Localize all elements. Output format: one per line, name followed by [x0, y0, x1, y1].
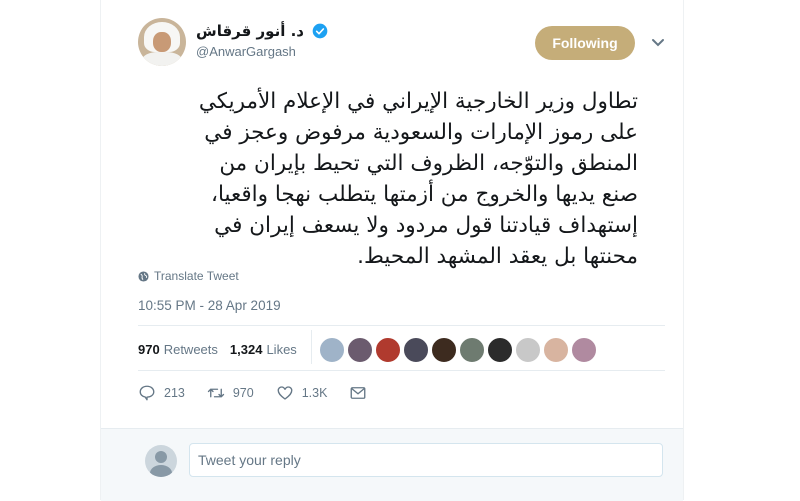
retweet-icon: [207, 388, 225, 398]
tweet-actions: 213 970 1.3K: [138, 382, 397, 404]
reply-input[interactable]: [189, 443, 663, 477]
tweet-timestamp[interactable]: 10:55 PM - 28 Apr 2019: [138, 298, 281, 313]
tweet-line: صنع يديها والخروج من أزمتها يتطلب نهجا و…: [211, 182, 638, 207]
retweet-action[interactable]: 970: [207, 384, 254, 402]
retweet-count: 970: [232, 386, 254, 400]
liker-avatar[interactable]: [347, 337, 373, 363]
author-avatar[interactable]: [138, 18, 186, 66]
user-avatar: [145, 445, 177, 477]
liker-avatar[interactable]: [403, 337, 429, 363]
tweet-line: على رموز الإمارات والسعودية مرفوض وعجز ف…: [204, 120, 638, 145]
like-count: 1.3K: [301, 386, 328, 400]
following-button[interactable]: Following: [535, 26, 635, 60]
message-action[interactable]: [349, 384, 375, 402]
liker-avatar[interactable]: [319, 337, 345, 363]
liker-avatar[interactable]: [459, 337, 485, 363]
tweet-line: إستهداف قيادتنا قول مردود ولا يسعف إيران…: [214, 213, 638, 238]
tweet-text: تطاول وزير الخارجية الإيراني في الإعلام …: [138, 86, 638, 272]
author-handle[interactable]: @AnwarGargash: [196, 44, 328, 59]
liker-avatars: [319, 337, 597, 363]
reply-icon: [139, 385, 155, 401]
verified-badge-icon: [313, 23, 328, 39]
tweet-header: د. أنور قرقاش @AnwarGargash Following: [138, 18, 683, 68]
author-names: د. أنور قرقاش @AnwarGargash: [196, 22, 328, 59]
envelope-icon: [351, 387, 366, 399]
like-action[interactable]: 1.3K: [276, 384, 328, 402]
stats-separator: [311, 330, 312, 364]
translate-tweet-link[interactable]: Translate Tweet: [138, 269, 239, 283]
divider: [138, 325, 665, 326]
likes-stat[interactable]: 1,324 Likes: [230, 342, 297, 357]
reply-action[interactable]: 213: [138, 384, 185, 402]
likes-label: Likes: [266, 341, 297, 357]
reply-area: [101, 428, 683, 501]
author-display-name[interactable]: د. أنور قرقاش: [196, 22, 304, 40]
liker-avatar[interactable]: [487, 337, 513, 363]
globe-icon: [138, 270, 149, 282]
chevron-down-icon[interactable]: [648, 32, 668, 52]
heart-icon: [277, 386, 293, 400]
tweet-stats: 970 Retweets 1,324 Likes: [138, 337, 309, 361]
translate-label[interactable]: Translate Tweet: [154, 269, 239, 283]
retweets-label: Retweets: [163, 341, 218, 357]
retweets-stat[interactable]: 970 Retweets: [138, 342, 218, 357]
liker-avatar[interactable]: [543, 337, 569, 363]
tweet-line: محنتها بل يعقد المشهد المحيط.: [357, 244, 638, 269]
tweet-card: د. أنور قرقاش @AnwarGargash Following تط…: [100, 0, 684, 501]
retweets-count: 970: [138, 341, 160, 357]
divider: [138, 370, 665, 371]
liker-avatar[interactable]: [571, 337, 597, 363]
reply-count: 213: [164, 386, 185, 400]
liker-avatar[interactable]: [431, 337, 457, 363]
liker-avatar[interactable]: [375, 337, 401, 363]
tweet-line: المنطق والتوّجه، الظروف التي تحيط بإيران…: [219, 151, 638, 176]
tweet-line: تطاول وزير الخارجية الإيراني في الإعلام …: [198, 89, 638, 114]
likes-count: 1,324: [229, 341, 263, 357]
liker-avatar[interactable]: [515, 337, 541, 363]
